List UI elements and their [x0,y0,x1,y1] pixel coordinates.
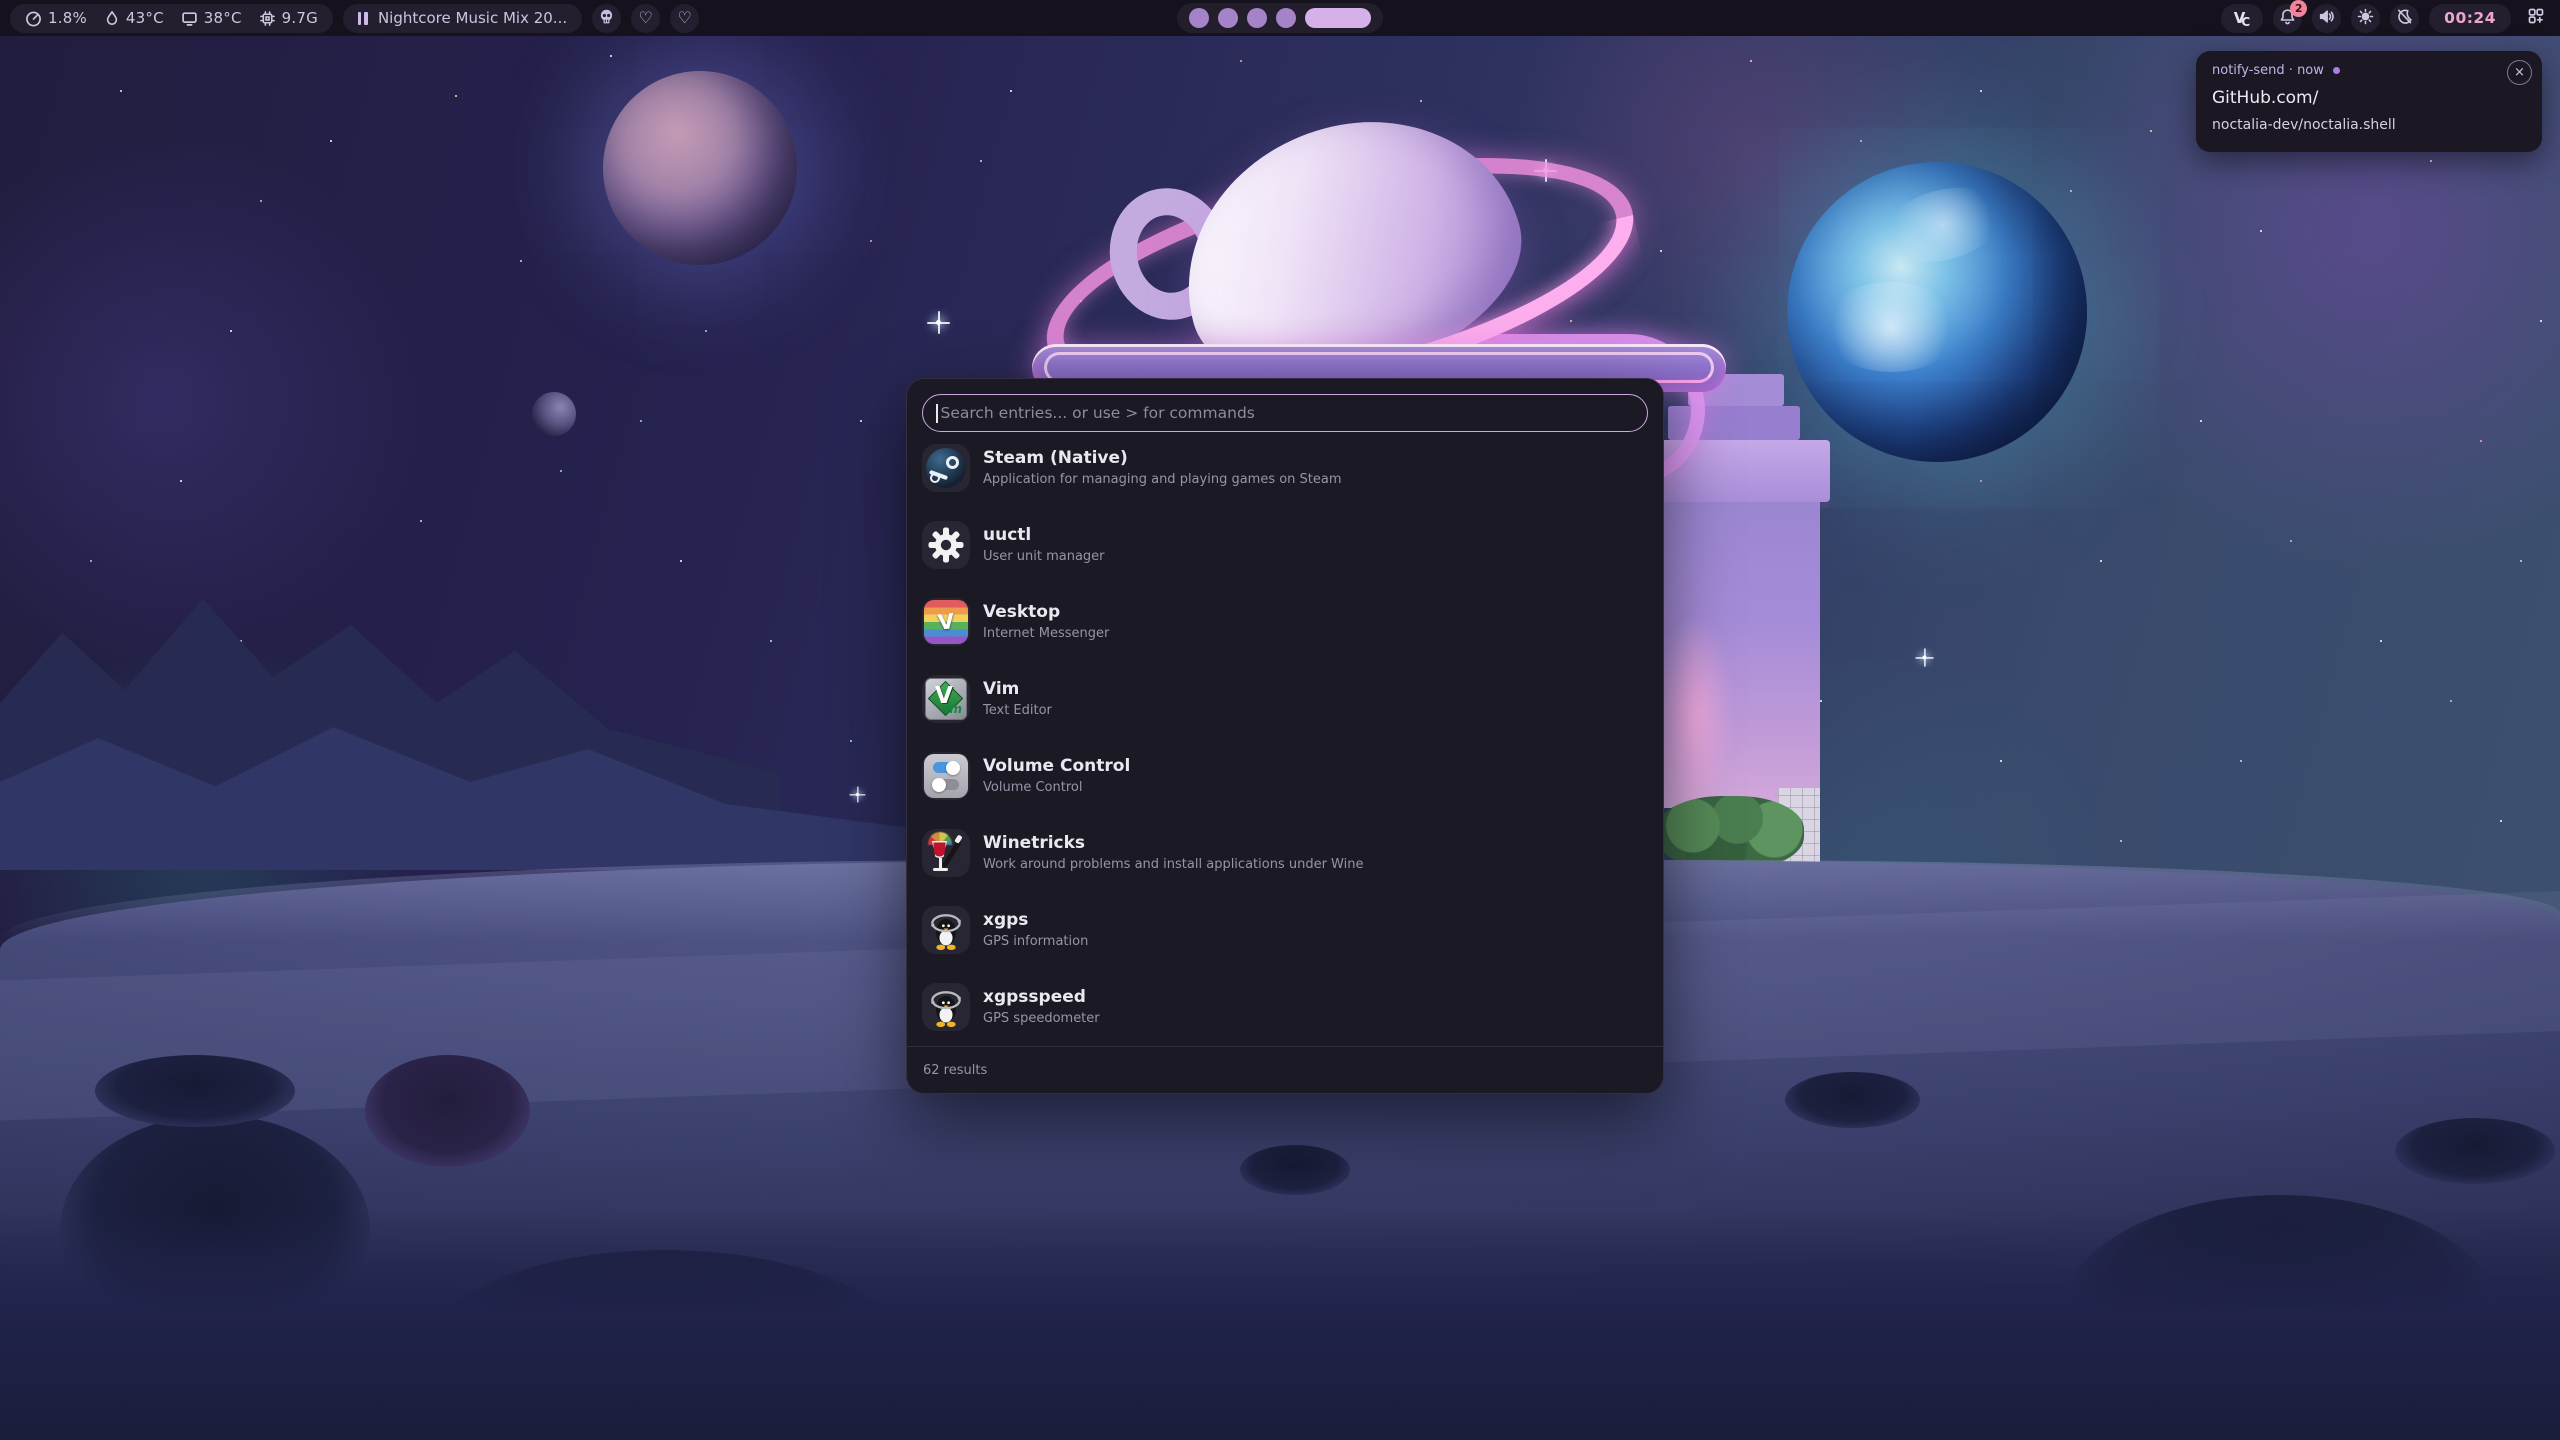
results-count: 62 results [923,1063,987,1078]
volume-button[interactable] [2312,4,2341,33]
sun-icon [2357,8,2374,29]
steam-icon [922,444,970,492]
bar-left-cluster: 1.8% 43°C 38°C 9.7G Nightcore Music Mix … [10,4,699,33]
desktop: 1.8% 43°C 38°C 9.7G Nightcore Music Mix … [0,0,2560,1440]
list-item-xgpsspeed[interactable]: xgpsspeed GPS speedometer [922,983,1648,1031]
gauge-icon [25,10,42,27]
entry-description: GPS information [983,934,1088,950]
entry-name: Steam (Native) [983,448,1342,468]
entry-description: User unit manager [983,549,1105,565]
search-field-wrap [922,394,1648,432]
clock[interactable]: 00:24 [2429,4,2511,33]
heart-button-2[interactable]: ♡ [670,4,699,33]
list-item-xgps[interactable]: xgps GPS information [922,906,1648,954]
top-bar: 1.8% 43°C 38°C 9.7G Nightcore Music Mix … [0,0,2560,36]
skull-button[interactable] [592,4,621,33]
tux-orbit-icon [922,906,970,954]
media-title: Nightcore Music Mix 20... [378,9,567,27]
entry-name: xgpsspeed [983,987,1100,1007]
workspace-dot-3[interactable] [1247,8,1267,28]
workspace-dot-1[interactable] [1189,8,1209,28]
tux-orbit-icon [922,983,970,1031]
notification-header: notify-send · now [2212,63,2526,78]
workspace-dot-2[interactable] [1218,8,1238,28]
list-item-uuctl[interactable]: uuctl User unit manager [922,521,1648,569]
list-item-volume-control[interactable]: Volume Control Volume Control [922,752,1648,800]
media-player-pill[interactable]: Nightcore Music Mix 20... [343,4,582,33]
close-icon: × [2514,65,2525,80]
results-footer: 62 results [907,1046,1663,1093]
notification-count-badge: 2 [2290,0,2307,17]
foreground-shadow [0,1210,2560,1440]
notification-popup[interactable]: notify-send · now × GitHub.com/ noctalia… [2196,51,2542,152]
notification-title: GitHub.com/ [2212,88,2526,108]
brightness-button[interactable] [2351,4,2380,33]
entry-name: Volume Control [983,756,1130,776]
entry-description: Volume Control [983,780,1130,796]
crater [2395,1118,2555,1184]
chip-icon [259,10,276,27]
list-item-steam[interactable]: Steam (Native) Application for managing … [922,444,1648,492]
heart-icon: ♡ [677,10,691,26]
crater [95,1055,295,1127]
bar-right-cluster: V C 2 00:24 [2221,4,2550,33]
entry-name: Vim [983,679,1052,699]
entry-description: Internet Messenger [983,626,1109,642]
notification-meta: notify-send · now [2212,63,2324,78]
purple-planet [603,71,797,265]
pause-icon [358,12,368,25]
workspace-indicator[interactable] [1177,3,1383,33]
moon-slash-icon [2396,8,2413,29]
list-item-vesktop[interactable]: V Vesktop Internet Messenger [922,598,1648,646]
gear-icon [922,521,970,569]
bright-star [1923,656,1927,660]
vesktop-rainbow-icon: V [922,598,970,646]
entry-name: uuctl [983,525,1105,545]
entry-name: Vesktop [983,602,1109,622]
cpu-temperature: 43°C [104,9,164,27]
night-light-button[interactable] [2390,4,2419,33]
system-stats-pill[interactable]: 1.8% 43°C 38°C 9.7G [10,4,333,33]
cpu-usage: 1.8% [25,9,87,27]
volume-sliders-icon [922,752,970,800]
vim-icon: Vim [922,675,970,723]
unread-dot-icon [2333,67,2340,74]
workspace-dot-4[interactable] [1276,8,1296,28]
entry-name: xgps [983,910,1088,930]
entry-description: Application for managing and playing gam… [983,472,1342,488]
bright-star [936,320,941,325]
app-launcher: Steam (Native) Application for managing … [906,378,1664,1094]
memory-usage: 9.7G [259,9,318,27]
app-grid-button[interactable] [2521,4,2550,33]
entry-description: GPS speedometer [983,1011,1100,1027]
notification-body: noctalia-dev/noctalia.shell [2212,117,2526,133]
entry-name: Winetricks [983,833,1363,853]
heart-button[interactable]: ♡ [631,4,660,33]
crater [1785,1072,1920,1128]
small-moon [532,392,576,436]
crater [365,1055,530,1167]
temperature-icon [104,10,120,26]
heart-icon: ♡ [638,10,652,26]
list-item-vim[interactable]: Vim Vim Text Editor [922,675,1648,723]
crater [1240,1145,1350,1195]
grid-plus-icon [2527,7,2545,29]
results-list: Steam (Native) Application for managing … [922,444,1648,1060]
notifications-button-wrap: 2 [2273,4,2302,33]
monitor-icon [181,10,198,27]
wine-glass-wand-icon [922,829,970,877]
entry-description: Work around problems and install applica… [983,857,1363,873]
list-item-winetricks[interactable]: Winetricks Work around problems and inst… [922,829,1648,877]
workspace-active-pill[interactable] [1305,8,1371,28]
notification-close-button[interactable]: × [2507,60,2532,85]
entry-description: Text Editor [983,703,1052,719]
tray-app-button[interactable]: V C [2221,4,2263,33]
search-input[interactable] [941,404,1635,422]
speaker-icon [2318,8,2335,29]
bright-star [856,793,860,797]
skull-icon [598,8,615,29]
text-caret [936,404,938,423]
gpu-temperature: 38°C [181,9,242,27]
